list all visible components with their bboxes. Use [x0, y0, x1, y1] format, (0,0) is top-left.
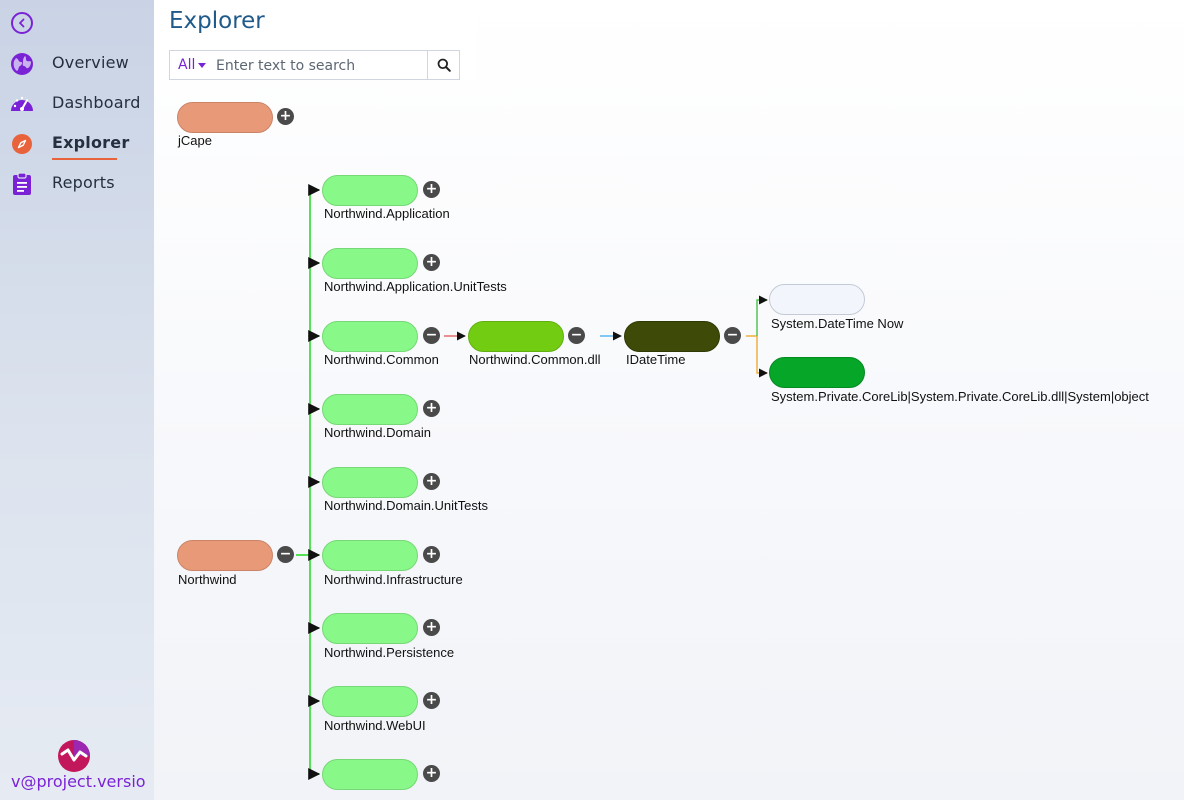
- node-label: Northwind.Application.UnitTests: [324, 279, 507, 294]
- node-label: System.Private.CoreLib|System.Private.Co…: [771, 389, 1149, 404]
- node-label: Northwind.Common.dll: [469, 352, 601, 367]
- node-label: jCape: [178, 133, 212, 148]
- node-system-datetime-now[interactable]: [769, 284, 865, 315]
- node-label: Northwind.Common: [324, 352, 439, 367]
- expand-icon[interactable]: +: [423, 473, 440, 490]
- expand-icon[interactable]: +: [423, 181, 440, 198]
- node-label: Northwind.Domain.UnitTests: [324, 498, 489, 513]
- expand-icon[interactable]: +: [423, 254, 440, 271]
- node-northwind-persistence[interactable]: [322, 613, 418, 644]
- node-system-private-corelib[interactable]: [769, 357, 865, 388]
- node-northwind[interactable]: [177, 540, 273, 571]
- node-label: IDateTime: [626, 352, 686, 367]
- expand-icon[interactable]: +: [423, 765, 440, 782]
- node-label: Northwind.WebUI: [324, 718, 426, 733]
- node-northwind-webui[interactable]: [322, 686, 418, 717]
- node-jcape[interactable]: [177, 102, 273, 133]
- node-northwind-application[interactable]: [322, 175, 418, 206]
- dependency-graph: + jCape − Northwind + Northwind.Applicat…: [0, 0, 1184, 800]
- collapse-icon[interactable]: −: [568, 327, 585, 344]
- node-northwind-infrastructure[interactable]: [322, 540, 418, 571]
- node-northwind-application-unittests[interactable]: [322, 248, 418, 279]
- collapse-icon[interactable]: −: [423, 327, 440, 344]
- edge-idatetime-children: [746, 295, 768, 378]
- node-northwind-partial[interactable]: [322, 759, 418, 790]
- node-northwind-domain-unittests[interactable]: [322, 467, 418, 498]
- collapse-icon[interactable]: −: [724, 327, 741, 344]
- node-label: Northwind.Domain: [324, 425, 431, 440]
- expand-icon[interactable]: +: [277, 108, 294, 125]
- expand-icon[interactable]: +: [423, 692, 440, 709]
- node-label: Northwind: [178, 572, 237, 587]
- node-northwind-common[interactable]: [322, 321, 418, 352]
- node-label: Northwind.Persistence: [324, 645, 455, 660]
- node-label: Northwind.Infrastructure: [324, 572, 463, 587]
- node-northwind-domain[interactable]: [322, 394, 418, 425]
- node-label: Northwind.Application: [324, 206, 450, 221]
- node-label: System.DateTime Now: [771, 316, 904, 331]
- node-northwind-common-dll[interactable]: [468, 321, 564, 352]
- node-idatetime[interactable]: [624, 321, 720, 352]
- expand-icon[interactable]: +: [423, 546, 440, 563]
- edge-northwind-children: [296, 184, 321, 780]
- expand-icon[interactable]: +: [423, 400, 440, 417]
- expand-icon[interactable]: +: [423, 619, 440, 636]
- collapse-icon[interactable]: −: [277, 546, 294, 563]
